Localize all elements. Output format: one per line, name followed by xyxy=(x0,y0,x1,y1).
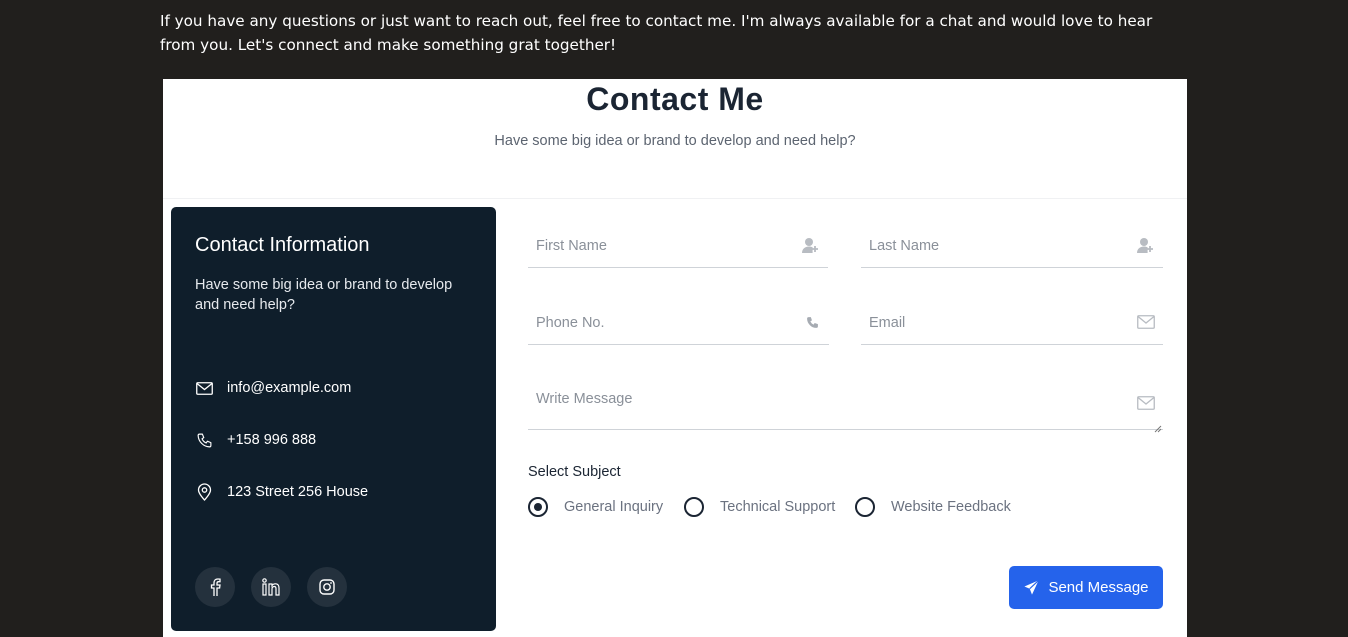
send-icon xyxy=(1024,580,1040,595)
first-name-field xyxy=(528,233,828,268)
intro-paragraph: If you have any questions or just want t… xyxy=(160,12,1153,54)
radio-unselected[interactable] xyxy=(855,497,875,517)
contact-address: 123 Street 256 House xyxy=(227,484,369,500)
subject-option-technical-support[interactable]: Technical Support xyxy=(684,497,835,517)
last-name-field xyxy=(861,233,1163,268)
mail-icon xyxy=(195,379,213,397)
phone-icon xyxy=(195,431,213,449)
contact-info-title: Contact Information xyxy=(195,234,370,256)
subject-option-label: Technical Support xyxy=(720,499,836,515)
mail-icon xyxy=(1137,396,1155,415)
message-textarea[interactable] xyxy=(528,387,1163,427)
radio-dot xyxy=(534,503,542,511)
page-title: Contact Me xyxy=(586,81,764,117)
contact-email[interactable]: info@example.com xyxy=(227,380,351,396)
last-name-input[interactable] xyxy=(861,233,1163,259)
facebook-icon[interactable] xyxy=(195,567,235,607)
phone-icon xyxy=(806,316,819,334)
linkedin-icon[interactable] xyxy=(251,567,291,607)
subject-option-label: Website Feedback xyxy=(891,499,1011,515)
subject-option-website-feedback[interactable]: Website Feedback xyxy=(855,497,1011,517)
contact-phone-row[interactable]: +158 996 888 xyxy=(195,431,316,449)
contact-info-panel: Contact Information Have some big idea o… xyxy=(171,207,496,631)
location-pin-icon xyxy=(195,483,213,501)
first-name-input[interactable] xyxy=(528,233,828,259)
resize-handle[interactable] xyxy=(1154,420,1162,433)
phone-field xyxy=(528,310,829,345)
contact-info-description: Have some big idea or brand to develop a… xyxy=(195,277,453,313)
subject-option-general-inquiry[interactable]: General Inquiry xyxy=(528,497,663,517)
page-subtitle: Have some big idea or brand to develop a… xyxy=(494,133,856,149)
contact-phone[interactable]: +158 996 888 xyxy=(227,432,316,448)
send-message-button[interactable]: Send Message xyxy=(1009,566,1163,609)
user-add-icon xyxy=(802,237,820,259)
subject-option-label: General Inquiry xyxy=(564,499,664,515)
divider xyxy=(163,198,1187,199)
social-links xyxy=(195,567,347,607)
contact-address-row: 123 Street 256 House xyxy=(195,483,368,501)
mail-icon xyxy=(1137,315,1155,334)
message-field xyxy=(528,387,1163,433)
subject-label: Select Subject xyxy=(528,464,621,480)
instagram-icon[interactable] xyxy=(307,567,347,607)
user-add-icon xyxy=(1137,237,1155,259)
phone-input[interactable] xyxy=(528,310,829,336)
contact-email-row[interactable]: info@example.com xyxy=(195,379,351,397)
radio-unselected[interactable] xyxy=(684,497,704,517)
send-message-label: Send Message xyxy=(1048,579,1149,596)
radio-selected[interactable] xyxy=(528,497,548,517)
contact-card: Contact Me Have some big idea or brand t… xyxy=(163,79,1187,637)
email-input[interactable] xyxy=(861,310,1163,336)
email-field xyxy=(861,310,1163,345)
